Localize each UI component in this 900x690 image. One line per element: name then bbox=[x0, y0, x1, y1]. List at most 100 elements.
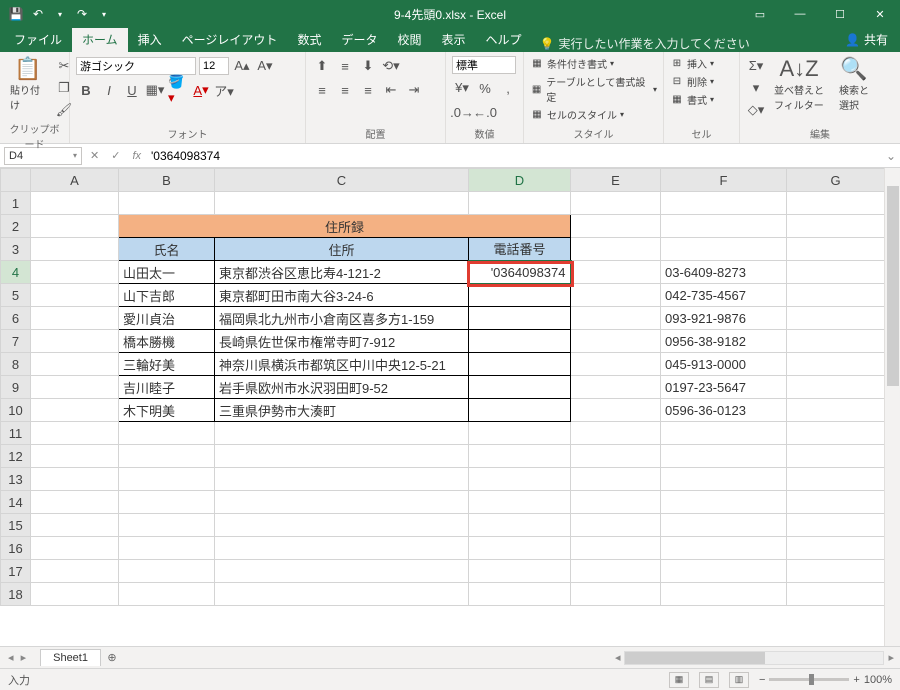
row-header[interactable]: 4 bbox=[1, 261, 31, 284]
paste-button[interactable]: 📋 貼り付け bbox=[6, 56, 50, 114]
fill-color-button[interactable]: 🪣▾ bbox=[168, 80, 188, 100]
row-header[interactable]: 15 bbox=[1, 514, 31, 537]
currency-icon[interactable]: ¥▾ bbox=[452, 78, 472, 98]
formula-input[interactable] bbox=[147, 144, 882, 167]
horizontal-scrollbar[interactable] bbox=[624, 651, 884, 665]
align-center-icon[interactable]: ≡ bbox=[335, 80, 355, 100]
cell-f[interactable]: 0956-38-9182 bbox=[661, 330, 787, 353]
enter-formula-icon[interactable]: ✓ bbox=[105, 149, 126, 162]
tab-view[interactable]: 表示 bbox=[431, 27, 475, 52]
cell-tel[interactable] bbox=[469, 307, 571, 330]
col-header-g[interactable]: G bbox=[787, 169, 885, 192]
cell-name[interactable]: 山田太一 bbox=[119, 261, 215, 284]
orientation-icon[interactable]: ⟲▾ bbox=[381, 56, 401, 76]
align-left-icon[interactable]: ≡ bbox=[312, 80, 332, 100]
select-all-corner[interactable] bbox=[1, 169, 31, 192]
col-header-e[interactable]: E bbox=[571, 169, 661, 192]
table-header-tel[interactable]: 電話番号 bbox=[469, 238, 571, 261]
font-name-combo[interactable] bbox=[76, 57, 196, 75]
find-select-button[interactable]: 🔍 検索と 選択 bbox=[832, 56, 876, 114]
cell-addr[interactable]: 東京都町田市南大谷3-24-6 bbox=[215, 284, 469, 307]
tab-help[interactable]: ヘルプ bbox=[476, 27, 532, 52]
row-header[interactable]: 8 bbox=[1, 353, 31, 376]
row-header[interactable]: 13 bbox=[1, 468, 31, 491]
cell-f[interactable]: 0596-36-0123 bbox=[661, 399, 787, 422]
zoom-out-button[interactable]: − bbox=[759, 674, 765, 686]
grow-font-icon[interactable]: A▴ bbox=[232, 56, 252, 76]
tab-pagelayout[interactable]: ページレイアウト bbox=[172, 27, 288, 52]
bold-button[interactable]: B bbox=[76, 80, 96, 100]
zoom-percent[interactable]: 100% bbox=[864, 674, 892, 686]
inc-decimal-icon[interactable]: .0→ bbox=[452, 102, 472, 122]
sort-filter-button[interactable]: A↓Z 並べ替えと フィルター bbox=[770, 56, 828, 114]
table-title[interactable]: 住所録 bbox=[119, 215, 571, 238]
row-header[interactable]: 18 bbox=[1, 583, 31, 606]
tab-file[interactable]: ファイル bbox=[4, 27, 72, 52]
format-cells-button[interactable]: ▦書式▾ bbox=[670, 92, 714, 107]
border-button[interactable]: ▦▾ bbox=[145, 80, 165, 100]
cancel-formula-icon[interactable]: ✕ bbox=[84, 149, 105, 162]
cell-tel[interactable] bbox=[469, 353, 571, 376]
align-bottom-icon[interactable]: ⬇ bbox=[358, 56, 378, 76]
scroll-right-icon[interactable]: ▸ bbox=[888, 651, 894, 664]
delete-cells-button[interactable]: ⊟削除▾ bbox=[670, 74, 714, 89]
share-button[interactable]: 👤 共有 bbox=[833, 27, 900, 52]
cell-addr[interactable]: 神奈川県横浜市都筑区中川中央12-5-21 bbox=[215, 353, 469, 376]
tab-data[interactable]: データ bbox=[331, 27, 387, 52]
number-format-combo[interactable] bbox=[452, 56, 516, 74]
row-header[interactable]: 7 bbox=[1, 330, 31, 353]
align-top-icon[interactable]: ⬆ bbox=[312, 56, 332, 76]
save-icon[interactable]: 💾 bbox=[8, 6, 24, 22]
table-header-name[interactable]: 氏名 bbox=[119, 238, 215, 261]
cell-addr[interactable]: 福岡県北九州市小倉南区喜多方1-159 bbox=[215, 307, 469, 330]
row-header[interactable]: 1 bbox=[1, 192, 31, 215]
row-header[interactable]: 6 bbox=[1, 307, 31, 330]
shrink-font-icon[interactable]: A▾ bbox=[255, 56, 275, 76]
row-header[interactable]: 3 bbox=[1, 238, 31, 261]
indent-inc-icon[interactable]: ⇥ bbox=[404, 80, 424, 100]
zoom-slider[interactable] bbox=[769, 678, 849, 681]
name-box-dropdown-icon[interactable]: ▾ bbox=[73, 151, 77, 160]
redo-icon[interactable]: ↷ bbox=[74, 6, 90, 22]
cell-f[interactable]: 03-6409-8273 bbox=[661, 261, 787, 284]
cell-name[interactable]: 三輪好美 bbox=[119, 353, 215, 376]
cell-tel[interactable] bbox=[469, 284, 571, 307]
cell-tel[interactable] bbox=[469, 330, 571, 353]
col-header-d[interactable]: D bbox=[469, 169, 571, 192]
indent-dec-icon[interactable]: ⇤ bbox=[381, 80, 401, 100]
undo-dropdown-icon[interactable]: ▾ bbox=[52, 6, 68, 22]
row-header[interactable]: 2 bbox=[1, 215, 31, 238]
tell-me[interactable]: 💡 実行したい作業を入力してください bbox=[540, 35, 750, 52]
cell-f[interactable]: 0197-23-5647 bbox=[661, 376, 787, 399]
percent-icon[interactable]: % bbox=[475, 78, 495, 98]
cell-tel[interactable] bbox=[469, 399, 571, 422]
cell-addr[interactable]: 長崎県佐世保市権常寺町7-912 bbox=[215, 330, 469, 353]
grid[interactable]: A B C D E F G 1 2 住所録 3 氏名 住所 電話番号 4 山田太… bbox=[0, 168, 885, 606]
cell-name[interactable]: 山下吉郎 bbox=[119, 284, 215, 307]
align-right-icon[interactable]: ≡ bbox=[358, 80, 378, 100]
row-header[interactable]: 9 bbox=[1, 376, 31, 399]
page-break-view-button[interactable]: ▥ bbox=[729, 672, 749, 688]
row-header[interactable]: 11 bbox=[1, 422, 31, 445]
col-header-a[interactable]: A bbox=[31, 169, 119, 192]
tab-home[interactable]: ホーム bbox=[72, 27, 128, 52]
align-middle-icon[interactable]: ≡ bbox=[335, 56, 355, 76]
col-header-c[interactable]: C bbox=[215, 169, 469, 192]
phonetic-button[interactable]: ア▾ bbox=[214, 80, 234, 100]
page-layout-view-button[interactable]: ▤ bbox=[699, 672, 719, 688]
fill-icon[interactable]: ▾ bbox=[746, 78, 766, 98]
table-header-addr[interactable]: 住所 bbox=[215, 238, 469, 261]
qat-customize-icon[interactable]: ▾ bbox=[96, 6, 112, 22]
cell-addr[interactable]: 東京都渋谷区恵比寿4-121-2 bbox=[215, 261, 469, 284]
cell-f[interactable]: 042-735-4567 bbox=[661, 284, 787, 307]
insert-cells-button[interactable]: ⊞挿入▾ bbox=[670, 56, 714, 71]
format-as-table-button[interactable]: ▦テーブルとして書式設定▾ bbox=[530, 74, 657, 104]
cell-tel[interactable] bbox=[469, 376, 571, 399]
zoom-knob[interactable] bbox=[809, 674, 814, 685]
undo-icon[interactable]: ↶ bbox=[30, 6, 46, 22]
maximize-button[interactable]: ☐ bbox=[820, 0, 860, 28]
sheet-tab[interactable]: Sheet1 bbox=[40, 649, 101, 666]
row-header[interactable]: 5 bbox=[1, 284, 31, 307]
active-cell[interactable]: '0364098374 bbox=[469, 261, 571, 284]
row-header[interactable]: 16 bbox=[1, 537, 31, 560]
